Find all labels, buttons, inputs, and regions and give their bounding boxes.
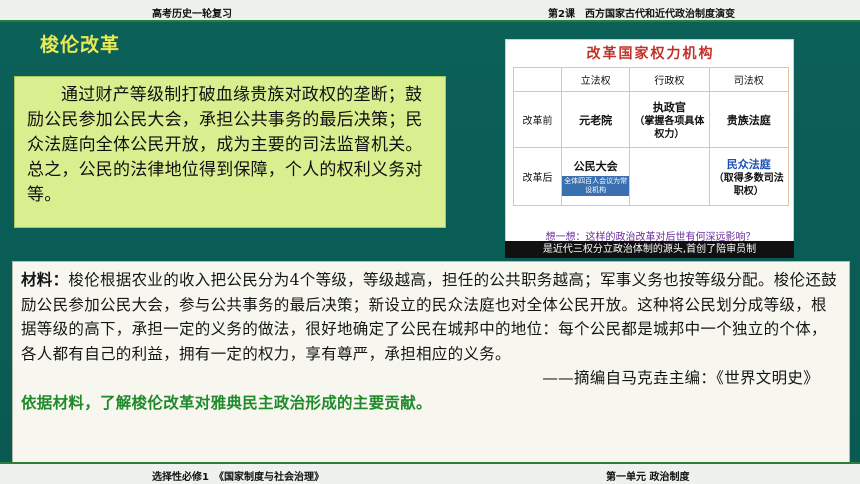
material-box: 材料：梭伦根据农业的收入把公民分为4个等级，等级越高，担任的公共职务越高；军事义… [12,261,850,470]
course-title: 高考历史一轮复习 [152,9,232,20]
slide-content: 梭伦改革 通过财产等级制打破血缘贵族对政权的垄断；鼓励公民参加公民大会，承担公共… [0,22,860,470]
figure-caption: 是近代三权分立政治体制的源头,首创了陪审员制 [505,241,794,258]
table-row: 改革后 公民大会 全体四百人会议为常设机构 民众法庭 （取得多数司法职权） [513,147,790,206]
row-label: 改革前 [513,91,562,148]
table-cell: 公民大会 全体四百人会议为常设机构 [560,147,631,206]
table-row: 改革前 元老院 执政官 （掌握各项具体权力） 贵族法庭 [513,91,790,148]
power-structure-figure: 改革国家权力机构 立法权 行政权 司法权 改革前 元老院 执政官 （掌握各项具体… [505,39,794,243]
table-cell [629,147,710,206]
figure-title: 改革国家权力机构 [586,46,715,62]
column-header: 行政权 [629,67,710,92]
summary-box: 通过财产等级制打破血缘贵族对政权的垄断；鼓励公民参加公民大会，承担公共事务的最后… [14,76,446,228]
table-cell: 贵族法庭 [708,91,790,148]
slide-title: 梭伦改革 [40,34,121,56]
material-label: 材料： [21,270,69,289]
footer-bar: 选择性必修1 《国家制度与社会治理》 第一单元 政治制度 [0,462,860,484]
cell-subtext: （取得多数司法职权） [713,172,784,197]
table-cell: 元老院 [560,91,631,148]
textbook-title: 选择性必修1 《国家制度与社会治理》 [152,472,324,483]
cell-text: 民众法庭 [726,157,771,171]
power-table: 立法权 行政权 司法权 改革前 元老院 执政官 （掌握各项具体权力） 贵族法庭 … [513,67,790,206]
cell-text: 公民大会 [573,159,618,173]
table-corner [513,67,562,92]
cell-note: 全体四百人会议为常设机构 [562,175,630,196]
material-text: 梭伦根据农业的收入把公民分为4个等级，等级越高，担任的公共职务越高；军事义务也按… [21,271,837,363]
lesson-title: 第2课 西方国家古代和近代政治制度演变 [548,9,735,20]
unit-title: 第一单元 政治制度 [606,472,690,483]
table-cell: 民众法庭 （取得多数司法职权） [708,147,790,206]
column-header: 立法权 [560,67,631,92]
cell-text: 元老院 [579,113,613,127]
row-label: 改革后 [513,147,562,206]
cell-subtext: （掌握各项具体权力） [634,115,705,140]
table-cell: 执政官 （掌握各项具体权力） [629,91,710,148]
cell-text: 执政官 [652,100,686,114]
column-header: 司法权 [708,67,790,92]
cell-text: 贵族法庭 [726,113,771,127]
material-source: ——摘编自马克垚主编：《世界文明史》 [542,369,819,387]
material-question: 依据材料，了解梭伦改革对雅典民主政治形成的主要贡献。 [21,392,432,412]
table-header-row: 立法权 行政权 司法权 [513,67,790,92]
header-bar: 高考历史一轮复习 第2课 西方国家古代和近代政治制度演变 [0,0,860,22]
